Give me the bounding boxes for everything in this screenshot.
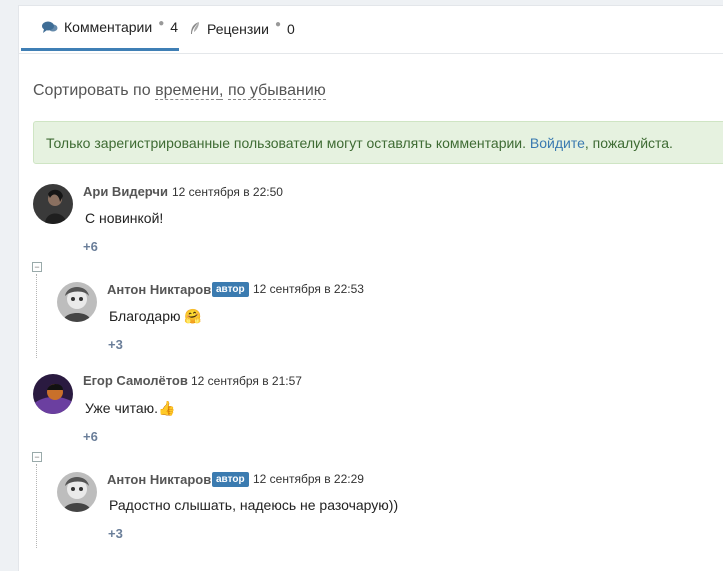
comment-time[interactable]: 12 сентября в 22:29 — [253, 472, 364, 486]
comment-text-content: Благодарю — [109, 308, 181, 324]
tab-comments[interactable]: Комментарии ● 4 — [21, 6, 179, 51]
comment-votes[interactable]: +3 — [108, 337, 123, 352]
collapse-thread-button[interactable]: − — [32, 262, 42, 272]
comment-votes[interactable]: +6 — [83, 239, 98, 254]
separator-dot: ● — [274, 19, 281, 30]
login-notice: Только зарегистрированные пользователи м… — [33, 121, 723, 164]
avatar[interactable] — [57, 282, 97, 322]
comment-text: Радостно слышать, надеюсь не разочарую)) — [109, 497, 399, 513]
comments-panel: Комментарии ● 4 Рецензии ● 0 Сортировать… — [18, 5, 723, 571]
thumbs-up-emoji-icon: 👍 — [158, 400, 176, 416]
hug-emoji-icon: 🤗 — [184, 308, 202, 324]
collapse-thread-button[interactable]: − — [32, 452, 42, 462]
tab-comments-label: Комментарии — [64, 19, 153, 35]
sort-control: Сортировать по времени, по убыванию — [33, 82, 326, 100]
notice-text: Только зарегистрированные пользователи м… — [46, 135, 527, 151]
comment-author[interactable]: Егор Самолётов — [83, 373, 188, 388]
sort-descending[interactable]: по убыванию — [227, 82, 326, 100]
avatar[interactable] — [33, 184, 73, 224]
comment-author[interactable]: Ари Видерчи — [83, 184, 168, 199]
avatar[interactable] — [57, 472, 97, 512]
author-badge: автор — [212, 472, 249, 487]
thread-line — [36, 274, 37, 358]
avatar[interactable] — [33, 374, 73, 414]
comment-text: Уже читаю.👍 — [85, 400, 175, 417]
comment-time[interactable]: 12 сентября в 22:50 — [172, 185, 283, 199]
comment-time[interactable]: 12 сентября в 22:53 — [253, 282, 364, 296]
comment-text: С новинкой! — [85, 210, 164, 226]
feather-icon — [189, 21, 201, 36]
thread-line — [36, 464, 37, 548]
comments-icon — [42, 21, 58, 34]
tab-reviews[interactable]: Рецензии ● 0 — [189, 6, 295, 51]
comment-time[interactable]: 12 сентября в 21:57 — [191, 374, 302, 388]
tab-comments-count: 4 — [170, 19, 179, 35]
tab-reviews-label: Рецензии — [207, 20, 269, 37]
sort-by-time[interactable]: времени — [155, 82, 220, 100]
comment-text-content: Уже читаю. — [85, 400, 159, 416]
comment-votes[interactable]: +6 — [83, 429, 98, 444]
separator-dot: ● — [158, 17, 165, 29]
comment-text: Благодарю 🤗 — [109, 308, 202, 325]
comment-votes[interactable]: +3 — [108, 526, 123, 541]
notice-suffix: , пожалуйста. — [584, 135, 673, 151]
login-link[interactable]: Войдите — [530, 135, 585, 151]
tabs-bar: Комментарии ● 4 Рецензии ● 0 — [19, 6, 723, 54]
author-badge: автор — [212, 282, 249, 297]
comment-author[interactable]: Антон Никтаров — [107, 282, 211, 297]
sort-separator: , — [219, 82, 224, 100]
comment-author[interactable]: Антон Никтаров — [107, 472, 211, 487]
sort-label: Сортировать по — [33, 82, 151, 99]
tab-reviews-count: 0 — [287, 20, 295, 37]
